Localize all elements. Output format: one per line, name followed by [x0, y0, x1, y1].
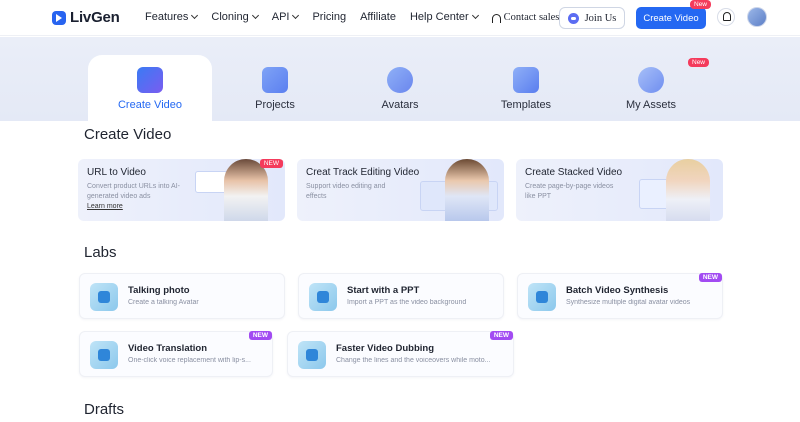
lab-description: Synthesize multiple digital avatar video… — [566, 299, 691, 306]
card-title: Create Stacked Video — [525, 167, 623, 178]
stacked-video-card[interactable]: Create Stacked Video Create page-by-page… — [516, 159, 723, 221]
lab-title: Start with a PPT — [347, 285, 420, 296]
section-title-labs: Labs — [84, 244, 117, 261]
section-title-create-video: Create Video — [84, 126, 172, 143]
tab-avatars[interactable]: Avatars — [345, 55, 455, 121]
batch-synthesis-icon — [528, 283, 556, 311]
nav-api-label: API — [271, 11, 290, 23]
card-description: Convert product URLs into AI-generated v… — [87, 183, 180, 200]
discord-icon — [567, 12, 579, 24]
tab-my-assets-label: My Assets — [625, 99, 677, 111]
templates-icon — [513, 67, 539, 93]
nav-cloning-label: Cloning — [211, 11, 249, 23]
join-us-label: Join Us — [584, 12, 617, 24]
lab-description: Import a PPT as the video background — [347, 299, 467, 306]
new-badge: NEW — [248, 331, 272, 340]
tab-projects-label: Projects — [255, 99, 295, 111]
nav-api[interactable]: API — [271, 11, 300, 23]
video-translation-icon — [90, 341, 118, 369]
tab-create-video[interactable]: Create Video — [88, 55, 212, 121]
talking-photo-icon — [90, 283, 118, 311]
contact-sales-label: Contact sales — [503, 11, 560, 23]
new-badge: NEW — [698, 273, 722, 282]
nav-cloning[interactable]: Cloning — [211, 11, 259, 23]
learn-more-link[interactable]: Learn more — [87, 203, 123, 210]
nav-pricing[interactable]: Pricing — [312, 11, 346, 23]
lab-title: Faster Video Dubbing — [336, 343, 435, 354]
logo-icon — [52, 10, 66, 25]
contact-sales-link[interactable]: Contact sales — [491, 11, 560, 23]
ppt-icon — [309, 283, 337, 311]
create-video-icon — [137, 67, 163, 93]
lab-title: Talking photo — [128, 285, 190, 296]
batch-video-synthesis-item[interactable]: Batch Video Synthesis Synthesize multipl… — [517, 273, 723, 319]
feature-tab-strip: Create Video Projects Avatars Templates … — [0, 37, 800, 121]
new-badge: New — [690, 0, 712, 9]
chevron-down-icon — [292, 11, 300, 20]
main-nav: Features Cloning API Pricing Affiliate H… — [145, 11, 573, 23]
nav-help-center-label: Help Center — [409, 11, 469, 23]
notification-bell-icon[interactable] — [717, 8, 735, 26]
tab-create-video-label: Create Video — [117, 99, 182, 111]
top-navigation-bar: LivGen Features Cloning API Pricing Affi… — [0, 0, 800, 36]
nav-affiliate[interactable]: Affiliate — [360, 11, 396, 23]
tab-templates-label: Templates — [500, 99, 552, 111]
video-dubbing-icon — [298, 341, 326, 369]
avatars-icon — [387, 67, 413, 93]
url-to-video-card[interactable]: URL to Video Convert product URLs into A… — [78, 159, 285, 221]
card-description: Create page-by-page videos like PPT — [525, 183, 614, 200]
chevron-down-icon — [471, 11, 479, 20]
create-video-button[interactable]: Create Video — [636, 7, 706, 29]
card-title: URL to Video — [87, 167, 146, 178]
talking-photo-item[interactable]: Talking photo Create a talking Avatar — [79, 273, 285, 319]
tab-projects[interactable]: Projects — [220, 55, 330, 121]
video-translation-item[interactable]: Video Translation One-click voice replac… — [79, 331, 273, 377]
logo-text: LivGen — [70, 9, 120, 26]
nav-features-label: Features — [145, 11, 189, 23]
projects-icon — [262, 67, 288, 93]
presenter-image — [224, 159, 268, 221]
lab-title: Video Translation — [128, 343, 208, 354]
chevron-down-icon — [191, 11, 199, 20]
lab-description: Create a talking Avatar — [128, 299, 199, 306]
tab-avatars-label: Avatars — [381, 99, 419, 111]
section-title-drafts: Drafts — [84, 401, 125, 418]
lab-description: One-click voice replacement with lip-s..… — [128, 357, 251, 364]
lab-description: Change the lines and the voiceovers whil… — [336, 357, 491, 364]
new-badge: NEW — [259, 159, 283, 168]
my-assets-icon — [638, 67, 664, 93]
new-badge: New — [688, 58, 710, 67]
start-with-ppt-item[interactable]: Start with a PPT Import a PPT as the vid… — [298, 273, 504, 319]
chevron-down-icon — [251, 11, 259, 20]
presenter-image — [666, 159, 710, 221]
faster-video-dubbing-item[interactable]: Faster Video Dubbing Change the lines an… — [287, 331, 514, 377]
track-editing-video-card[interactable]: Creat Track Editing Video Support video … — [297, 159, 504, 221]
headset-icon — [491, 13, 501, 23]
card-title: Creat Track Editing Video — [306, 167, 420, 178]
nav-features[interactable]: Features — [145, 11, 199, 23]
tab-templates[interactable]: Templates — [471, 55, 581, 121]
logo[interactable]: LivGen — [52, 9, 120, 26]
presenter-image — [445, 159, 489, 221]
user-avatar[interactable] — [747, 7, 767, 27]
nav-help-center[interactable]: Help Center — [409, 11, 479, 23]
card-description: Support video editing and effects — [306, 183, 386, 200]
new-badge: NEW — [489, 331, 513, 340]
lab-title: Batch Video Synthesis — [566, 285, 669, 296]
join-us-button[interactable]: Join Us — [559, 7, 625, 29]
